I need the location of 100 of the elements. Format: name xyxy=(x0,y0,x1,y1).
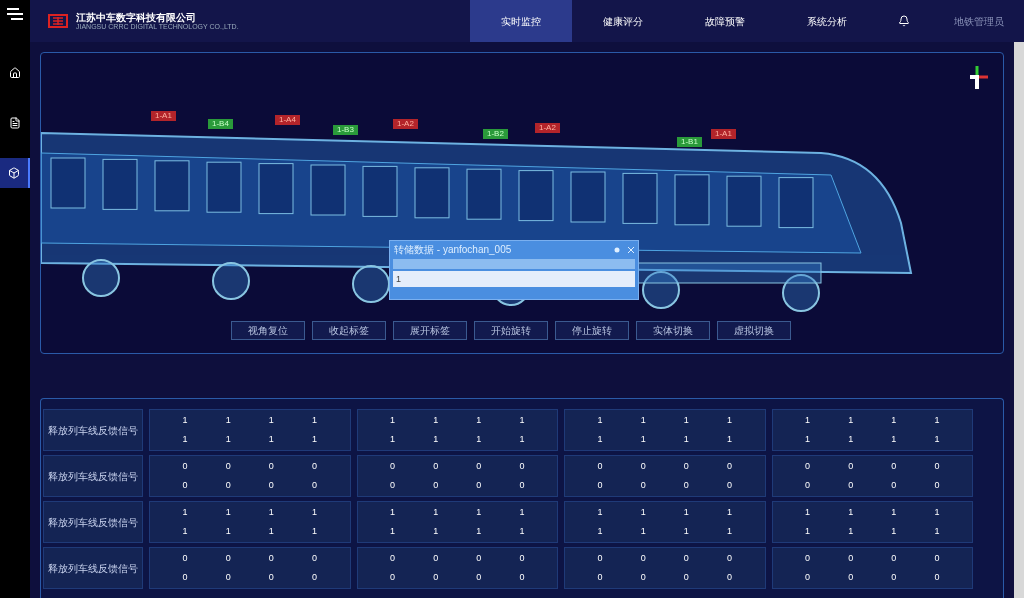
viewer-button[interactable]: 实体切换 xyxy=(636,321,710,340)
train-tag[interactable]: 1-A2 xyxy=(535,123,560,133)
viewer-button[interactable]: 虚拟切换 xyxy=(717,321,791,340)
bell-icon[interactable] xyxy=(898,15,910,27)
signal-value: 1 xyxy=(847,505,855,519)
signal-value: 0 xyxy=(389,551,396,565)
signal-value: 0 xyxy=(267,459,275,473)
train-tag[interactable]: 1-A1 xyxy=(151,111,176,121)
signal-value: 1 xyxy=(224,525,232,538)
signal-value: 1 xyxy=(725,433,733,446)
signal-value: 0 xyxy=(890,459,898,473)
signal-value: 0 xyxy=(475,551,483,565)
signal-value: 1 xyxy=(890,413,898,427)
signal-value: 1 xyxy=(518,505,526,519)
signal-value: 1 xyxy=(682,413,690,427)
signal-value: 1 xyxy=(933,413,941,427)
signal-value: 0 xyxy=(682,551,690,565)
nav-tab[interactable]: 健康评分 xyxy=(572,0,674,42)
signal-value: 0 xyxy=(518,551,526,565)
signal-value: 0 xyxy=(933,459,941,473)
signal-value: 1 xyxy=(389,505,396,519)
signal-value: 0 xyxy=(596,479,604,492)
signal-value: 0 xyxy=(475,459,483,473)
signal-value: 1 xyxy=(933,525,941,538)
signal-value: 0 xyxy=(432,551,440,565)
signal-value: 0 xyxy=(267,551,275,565)
signal-value: 0 xyxy=(890,571,898,584)
nav-tab[interactable]: 实时监控 xyxy=(470,0,572,42)
signal-value: 0 xyxy=(890,479,898,492)
signal-value: 0 xyxy=(310,551,318,565)
signal-value: 1 xyxy=(639,413,647,427)
user-name[interactable]: 地铁管理员 xyxy=(954,13,1004,29)
signal-value: 0 xyxy=(682,459,690,473)
signal-value: 0 xyxy=(639,459,647,473)
signal-value: 0 xyxy=(181,571,189,584)
train-tag[interactable]: 1-A4 xyxy=(275,115,300,125)
train-tag[interactable]: 1-A2 xyxy=(393,119,418,129)
signal-value: 1 xyxy=(267,413,275,427)
train-tag[interactable]: 1-A1 xyxy=(711,129,736,139)
signal-value: 0 xyxy=(847,459,855,473)
menu-icon[interactable] xyxy=(7,8,23,20)
signal-name-cell: 释放列车线反馈信号 xyxy=(43,501,143,543)
dialog-input-field[interactable]: 1 xyxy=(393,271,635,287)
signal-value: 0 xyxy=(804,551,811,565)
signal-value: 1 xyxy=(682,505,690,519)
viewer-button[interactable]: 停止旋转 xyxy=(555,321,629,340)
viewer-button[interactable]: 开始旋转 xyxy=(474,321,548,340)
cube-nav-icon[interactable] xyxy=(0,158,30,188)
signal-value: 0 xyxy=(310,459,318,473)
signal-value: 1 xyxy=(847,413,855,427)
signal-value: 0 xyxy=(847,571,855,584)
signal-value: 0 xyxy=(725,551,733,565)
viewer-button[interactable]: 展开标签 xyxy=(393,321,467,340)
signal-value: 1 xyxy=(310,433,318,446)
signal-value: 1 xyxy=(181,505,189,519)
signal-value: 0 xyxy=(725,479,733,492)
signal-value: 1 xyxy=(682,525,690,538)
signal-value: 0 xyxy=(267,479,275,492)
signal-value: 0 xyxy=(224,571,232,584)
nav-tab[interactable]: 故障预警 xyxy=(674,0,776,42)
signal-value: 1 xyxy=(432,433,440,446)
signal-value: 0 xyxy=(725,571,733,584)
viewer-button[interactable]: 视角复位 xyxy=(231,321,305,340)
signal-value: 0 xyxy=(518,479,526,492)
signal-value: 0 xyxy=(804,479,811,492)
signal-value: 1 xyxy=(181,413,189,427)
signal-value: 1 xyxy=(310,505,318,519)
signal-value: 0 xyxy=(267,571,275,584)
logo-icon xyxy=(48,14,68,28)
company-name: 江苏中车数字科技有限公司 xyxy=(76,12,196,23)
signal-value: 1 xyxy=(475,525,483,538)
signal-value: 1 xyxy=(518,413,526,427)
signal-value: 0 xyxy=(890,551,898,565)
signal-value: 1 xyxy=(224,413,232,427)
signal-value: 0 xyxy=(224,459,232,473)
nav-tab[interactable]: 系统分析 xyxy=(776,0,878,42)
close-icon[interactable] xyxy=(628,247,634,253)
signal-value: 1 xyxy=(804,525,811,538)
signal-value: 0 xyxy=(639,571,647,584)
signal-value: 0 xyxy=(389,479,396,492)
signal-value: 1 xyxy=(389,413,396,427)
signal-value: 0 xyxy=(224,551,232,565)
signal-value: 0 xyxy=(596,571,604,584)
signal-value: 1 xyxy=(596,433,604,446)
signal-value: 0 xyxy=(847,479,855,492)
signal-value: 1 xyxy=(310,525,318,538)
signal-value: 1 xyxy=(682,433,690,446)
signal-value: 1 xyxy=(890,525,898,538)
signal-value: 0 xyxy=(181,459,189,473)
signal-value: 0 xyxy=(432,479,440,492)
signal-value: 0 xyxy=(682,571,690,584)
viewer-button[interactable]: 收起标签 xyxy=(312,321,386,340)
dialog-title: 转储数据 - yanfochan_005 xyxy=(394,244,513,256)
signal-value: 1 xyxy=(432,505,440,519)
signal-value: 1 xyxy=(804,505,811,519)
signal-value: 0 xyxy=(310,571,318,584)
gear-icon[interactable] xyxy=(614,247,620,253)
signal-value: 1 xyxy=(596,525,604,538)
signal-value: 0 xyxy=(518,459,526,473)
axis-gizmo-icon[interactable] xyxy=(967,65,989,91)
